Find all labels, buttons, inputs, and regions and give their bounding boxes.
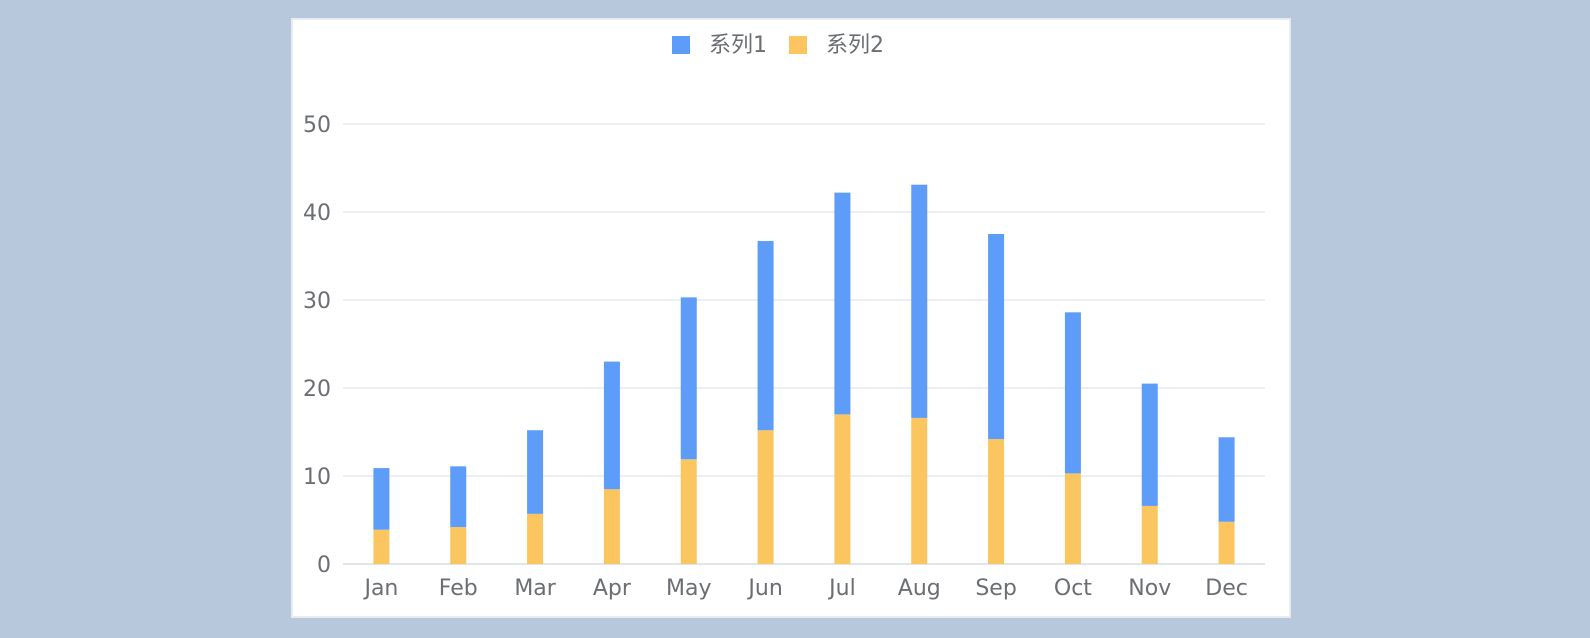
y-tick-label: 10: [303, 465, 331, 490]
bar-series1: [1218, 437, 1235, 522]
bar-series2: [757, 430, 774, 564]
x-tick-label: Jan: [362, 576, 398, 601]
x-tick-label: May: [666, 576, 711, 601]
x-tick-label: Feb: [439, 576, 478, 601]
bar-series1: [1064, 312, 1081, 474]
bar-series2: [527, 513, 544, 564]
legend-swatch: [789, 36, 807, 54]
bar-series1: [988, 234, 1005, 440]
x-tick-label: Aug: [898, 576, 941, 601]
bar-series2: [450, 527, 467, 564]
x-tick-label: Sep: [975, 576, 1016, 601]
bar-series2: [680, 459, 697, 564]
bar-series2: [373, 529, 390, 564]
bar-series1: [373, 468, 390, 530]
y-tick-label: 30: [303, 289, 331, 314]
x-tick-label: Jul: [827, 576, 856, 601]
x-tick-label: Mar: [514, 576, 556, 601]
legend-label: 系列1: [709, 33, 767, 58]
y-tick-label: 0: [317, 553, 331, 578]
bar-series2: [834, 414, 851, 564]
bar-series2: [1218, 521, 1235, 564]
bar-series2: [1064, 473, 1081, 564]
bar-series2: [1141, 505, 1158, 564]
bar-series1: [1141, 383, 1158, 506]
bar-series1: [680, 297, 697, 460]
x-tick-label: Nov: [1128, 576, 1171, 601]
bar-series2: [603, 489, 620, 564]
legend-swatch: [672, 36, 690, 54]
bar-series1: [757, 241, 774, 431]
page-background: 0 10 20 30 40 50 Jan Feb Mar Apr May Jun Jul Aug Sep Oc…: [0, 0, 1590, 638]
legend-label: 系列2: [826, 33, 884, 58]
bar-series2: [988, 439, 1005, 564]
chart-card: 0 10 20 30 40 50 Jan Feb Mar Apr May Jun Jul Aug Sep Oc…: [291, 18, 1291, 618]
x-tick-label: Jun: [746, 576, 782, 601]
bar-series1: [527, 430, 544, 514]
y-tick-label: 50: [303, 113, 331, 138]
bar-series1: [911, 184, 928, 418]
y-tick-label: 40: [303, 201, 331, 226]
y-tick-label: 20: [303, 377, 331, 402]
bar-series1: [834, 192, 851, 415]
bar-series1: [603, 361, 620, 490]
bar-series2: [911, 417, 928, 564]
x-tick-label: Dec: [1205, 576, 1248, 601]
x-tick-label: Apr: [593, 576, 632, 601]
x-tick-label: Oct: [1054, 576, 1092, 601]
bar-series1: [450, 466, 467, 528]
stacked-bar-chart: 0 10 20 30 40 50 Jan Feb Mar Apr May Jun Jul Aug Sep Oc…: [303, 33, 1265, 601]
